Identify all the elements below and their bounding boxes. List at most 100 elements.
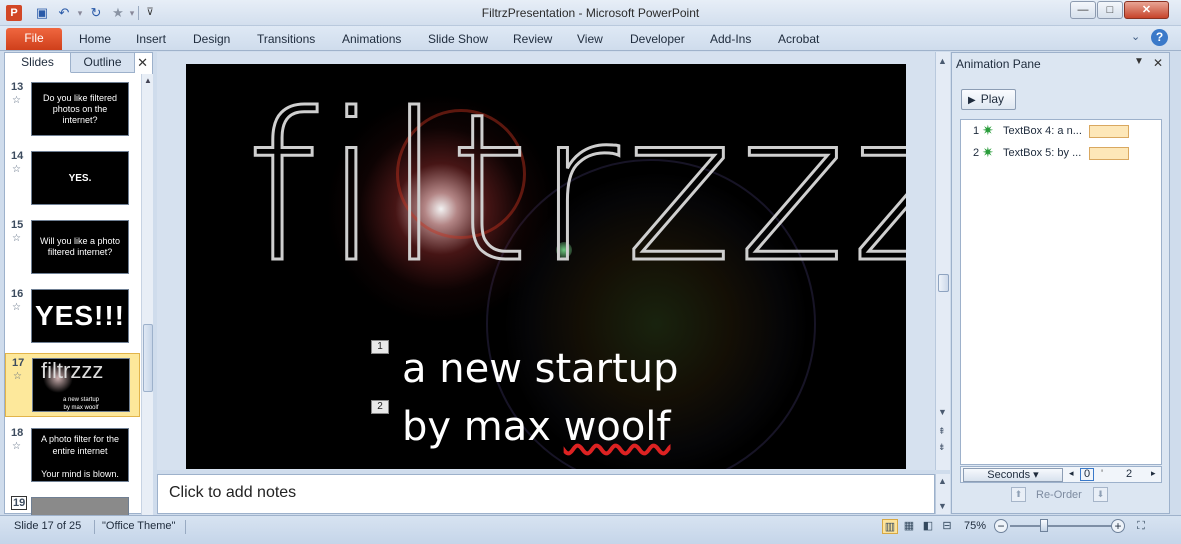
- slide-preview: Will you like a photo filtered internet?: [31, 220, 129, 274]
- slide-preview: [31, 497, 129, 515]
- minimize-button[interactable]: —: [1070, 1, 1096, 19]
- tab-review[interactable]: Review: [513, 32, 552, 46]
- play-button[interactable]: ▶ Play: [961, 89, 1016, 110]
- reorder-label: Re-Order: [1036, 489, 1082, 501]
- animation-star-icon: ☆: [12, 95, 21, 106]
- notes-placeholder[interactable]: Click to add notes: [169, 484, 296, 502]
- scrollbar-thumb[interactable]: [143, 324, 153, 392]
- tab-view[interactable]: View: [577, 32, 603, 46]
- notes-scrollbar[interactable]: ▲ ▼: [935, 474, 950, 514]
- scroll-down-icon[interactable]: ▼: [938, 501, 947, 511]
- zoom-out-icon[interactable]: −: [994, 519, 1008, 533]
- slide-thumbnail-17[interactable]: 17 ☆ filtrzzz a new startup by max woolf: [5, 353, 140, 417]
- timeline-right-icon[interactable]: ▸: [1151, 468, 1156, 479]
- animation-order-tag-2[interactable]: 2: [371, 400, 389, 414]
- slide-thumbnail-13[interactable]: 13 ☆ Do you like filtered photos on the …: [5, 78, 140, 140]
- close-window-button[interactable]: ✕: [1124, 1, 1169, 19]
- move-up-icon[interactable]: ⬆: [1011, 487, 1026, 502]
- zoom-in-icon[interactable]: +: [1111, 519, 1125, 533]
- animation-order-tag-1[interactable]: 1: [371, 340, 389, 354]
- tab-design[interactable]: Design: [193, 32, 230, 46]
- pane-options-dropdown-icon[interactable]: ▼: [1134, 56, 1144, 67]
- tab-developer[interactable]: Developer: [630, 32, 685, 46]
- slide-sorter-icon[interactable]: ▦: [901, 519, 917, 534]
- tab-add-ins[interactable]: Add-Ins: [710, 32, 751, 46]
- animation-item[interactable]: 2 ✷ TextBox 5: by ...: [961, 143, 1161, 163]
- move-down-icon[interactable]: ⬇: [1093, 487, 1108, 502]
- slide-thumbnail-14[interactable]: 14 ☆ YES.: [5, 147, 140, 209]
- timeline-end: 2: [1126, 468, 1133, 480]
- entrance-effect-icon: ✷: [982, 144, 994, 160]
- play-icon: ▶: [968, 95, 976, 106]
- slide-indicator: Slide 17 of 25: [14, 520, 82, 532]
- subtitle-text: by max: [402, 404, 564, 450]
- slide-title[interactable]: filtrzzz: [244, 86, 906, 293]
- reading-view-icon[interactable]: ◧: [920, 519, 936, 534]
- notes-pane[interactable]: Click to add notes: [157, 474, 935, 514]
- slide-vertical-scrollbar[interactable]: ▲ ▼ ⇞ ⇟: [935, 52, 950, 470]
- timeline-start: 0: [1080, 468, 1094, 481]
- theme-name[interactable]: "Office Theme": [102, 520, 175, 532]
- animation-item[interactable]: 1 ✷ TextBox 4: a n...: [961, 121, 1161, 141]
- scrollbar-thumb[interactable]: [938, 274, 949, 292]
- timing-bar[interactable]: [1089, 125, 1129, 138]
- ribbon-tab-bar: File Home Insert Design Transitions Anim…: [0, 26, 1181, 51]
- timeline-bar: Seconds ▾ ◂ 0 ' 2 ▸: [960, 466, 1162, 483]
- slide-subtitle-line-1[interactable]: a new startup: [402, 346, 679, 392]
- spellcheck-word: woolf: [563, 404, 671, 450]
- tab-insert[interactable]: Insert: [136, 32, 166, 46]
- title-bar: P ▣ ↶ ▾ ↻ ★ ▾ ⊽ FiltrzPresentation - Mic…: [0, 0, 1181, 26]
- scroll-down-icon[interactable]: ▼: [938, 407, 947, 417]
- close-panel-icon[interactable]: ✕: [137, 55, 148, 71]
- slide-thumbnail-19[interactable]: 19: [5, 493, 140, 515]
- slide-number: 16: [11, 288, 24, 300]
- zoom-level[interactable]: 75%: [964, 520, 986, 532]
- scroll-up-icon[interactable]: ▲: [938, 56, 947, 66]
- play-label: Play: [980, 92, 1005, 106]
- normal-view-icon[interactable]: ▥: [882, 519, 898, 534]
- tab-transitions[interactable]: Transitions: [257, 32, 315, 46]
- slide-show-icon[interactable]: ⊟: [939, 519, 955, 534]
- tab-animations[interactable]: Animations: [342, 32, 401, 46]
- timeline-left-icon[interactable]: ◂: [1069, 468, 1074, 479]
- slide-editing-area: filtrzzz 1 a new startup 2 by max woolf: [157, 52, 935, 470]
- fit-to-window-icon[interactable]: ⛶: [1133, 519, 1149, 534]
- zoom-slider-thumb[interactable]: [1040, 519, 1048, 532]
- tab-slides[interactable]: Slides: [5, 53, 71, 73]
- slide-thumbnail-18[interactable]: 18 ☆ A photo filter for the entire inter…: [5, 424, 140, 486]
- slide-number: 17: [12, 357, 25, 369]
- timing-bar[interactable]: [1089, 147, 1129, 160]
- animation-pane-title: Animation Pane: [956, 57, 1041, 71]
- maximize-button[interactable]: □: [1097, 1, 1123, 19]
- tab-home[interactable]: Home: [79, 32, 111, 46]
- thumb-logo: filtrzzz: [41, 358, 104, 383]
- next-slide-icon[interactable]: ⇟: [938, 442, 946, 453]
- tab-acrobat[interactable]: Acrobat: [778, 32, 819, 46]
- animation-star-icon: ☆: [12, 164, 21, 175]
- previous-slide-icon[interactable]: ⇞: [938, 426, 946, 437]
- animation-pane: Animation Pane ▼ ✕ ▶ Play 1 ✷ TextBox 4: …: [951, 52, 1170, 514]
- seconds-dropdown[interactable]: Seconds ▾: [963, 468, 1063, 482]
- slide-thumbnail-16[interactable]: 16 ☆ YES!!!: [5, 285, 140, 347]
- tab-outline[interactable]: Outline: [71, 53, 135, 73]
- entrance-effect-icon: ✷: [982, 122, 994, 138]
- animation-star-icon: ☆: [12, 233, 21, 244]
- zoom-slider[interactable]: [1010, 525, 1113, 527]
- current-slide[interactable]: filtrzzz 1 a new startup 2 by max woolf: [186, 64, 906, 469]
- slides-panel: Slides Outline ✕ 13 ☆ Do you like filter…: [4, 52, 153, 515]
- scroll-up-icon[interactable]: ▲: [144, 76, 152, 85]
- slide-preview: Do you like filtered photos on the inter…: [31, 82, 129, 136]
- file-tab[interactable]: File: [6, 28, 62, 50]
- scroll-up-icon[interactable]: ▲: [938, 476, 947, 486]
- help-icon[interactable]: ?: [1151, 29, 1168, 46]
- collapse-ribbon-icon[interactable]: ⌄: [1131, 30, 1140, 43]
- slide-subtitle-line-2[interactable]: by max woolf: [402, 404, 671, 450]
- animation-name: TextBox 5: by ...: [1003, 147, 1082, 159]
- slides-scrollbar[interactable]: ▲: [141, 74, 153, 515]
- slide-number: 14: [11, 150, 24, 162]
- close-pane-icon[interactable]: ✕: [1153, 56, 1163, 70]
- slide-thumbnail-15[interactable]: 15 ☆ Will you like a photo filtered inte…: [5, 216, 140, 278]
- animation-list: 1 ✷ TextBox 4: a n... 2 ✷ TextBox 5: by …: [960, 119, 1162, 465]
- slide-number: 13: [11, 81, 24, 93]
- tab-slide-show[interactable]: Slide Show: [428, 32, 488, 46]
